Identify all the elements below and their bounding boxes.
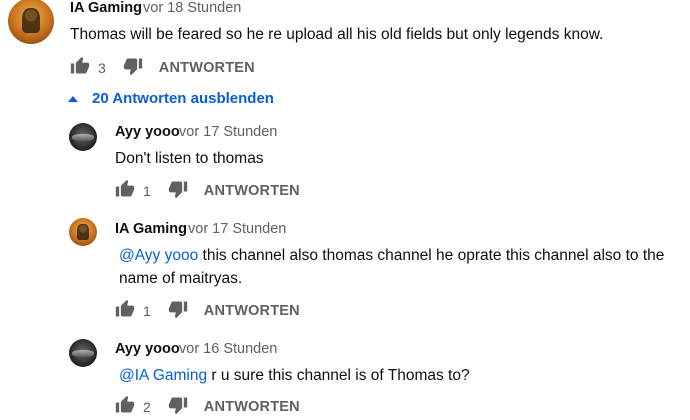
avatar[interactable]: [69, 123, 97, 151]
thumbs-down-icon[interactable]: [168, 299, 188, 324]
thumbs-down-icon[interactable]: [168, 179, 188, 204]
like-count: 3: [98, 60, 106, 76]
thumbs-up-icon[interactable]: [115, 299, 135, 324]
like-count: 2: [143, 399, 151, 415]
comment-timestamp[interactable]: vor 17 Stunden: [179, 124, 277, 140]
comment-top: IA Gaming vor 18 Stunden Thomas will be …: [0, 0, 690, 90]
avatar[interactable]: [8, 0, 54, 44]
hide-replies-button[interactable]: 20 Antworten ausblenden: [68, 90, 274, 107]
comment-timestamp[interactable]: vor 18 Stunden: [143, 0, 241, 16]
comment-text: @Ayy yooo this channel also thomas chann…: [119, 244, 684, 290]
reply-button[interactable]: ANTWORTEN: [204, 399, 300, 415]
thumbs-up-icon[interactable]: [115, 395, 135, 420]
comment-author[interactable]: IA Gaming: [115, 221, 187, 237]
thumbs-up-icon[interactable]: [70, 56, 90, 81]
comment-actions: 2 ANTWORTEN: [115, 397, 300, 417]
reply-2: IA Gaming vor 17 Stunden @Ayy yooo this …: [0, 216, 690, 326]
mention-link[interactable]: @IA Gaming: [119, 367, 207, 384]
hide-replies-label: 20 Antworten ausblenden: [92, 90, 274, 107]
comment-text-line-1: this channel also thomas channel he opra…: [198, 247, 665, 264]
comment-actions: 1 ANTWORTEN: [115, 301, 300, 321]
thumbs-up-icon[interactable]: [115, 179, 135, 204]
reply-button[interactable]: ANTWORTEN: [204, 303, 300, 319]
comment-timestamp[interactable]: vor 17 Stunden: [188, 221, 286, 237]
comment-author[interactable]: Ayy yooo: [115, 124, 180, 140]
comment-text-body: r u sure this channel is of Thomas to?: [207, 367, 470, 384]
chevron-up-icon: [68, 95, 78, 102]
reply-button[interactable]: ANTWORTEN: [204, 183, 300, 199]
thumbs-down-icon[interactable]: [168, 395, 188, 420]
avatar[interactable]: [69, 218, 97, 246]
comment-text: @IA Gaming r u sure this channel is of T…: [119, 364, 684, 387]
comment-author[interactable]: IA Gaming: [70, 0, 142, 16]
comment-timestamp[interactable]: vor 16 Stunden: [179, 341, 277, 357]
avatar[interactable]: [69, 339, 97, 367]
reply-1: Ayy yooo vor 17 Stunden Don't listen to …: [0, 120, 690, 210]
like-count: 1: [143, 303, 151, 319]
comment-text-line-2: name of maitryas.: [119, 270, 243, 287]
like-count: 1: [143, 183, 151, 199]
reply-3: Ayy yooo vor 16 Stunden @IA Gaming r u s…: [0, 336, 690, 415]
thumbs-down-icon[interactable]: [123, 56, 143, 81]
comment-actions: 1 ANTWORTEN: [115, 181, 300, 201]
comment-text: Thomas will be feared so he re upload al…: [70, 26, 604, 43]
reply-button[interactable]: ANTWORTEN: [159, 60, 255, 76]
comment-author[interactable]: Ayy yooo: [115, 341, 180, 357]
mention-link[interactable]: @Ayy yooo: [119, 247, 198, 264]
comment-actions: 3 ANTWORTEN: [70, 58, 255, 78]
comment-text: Don't listen to thomas: [115, 150, 264, 167]
